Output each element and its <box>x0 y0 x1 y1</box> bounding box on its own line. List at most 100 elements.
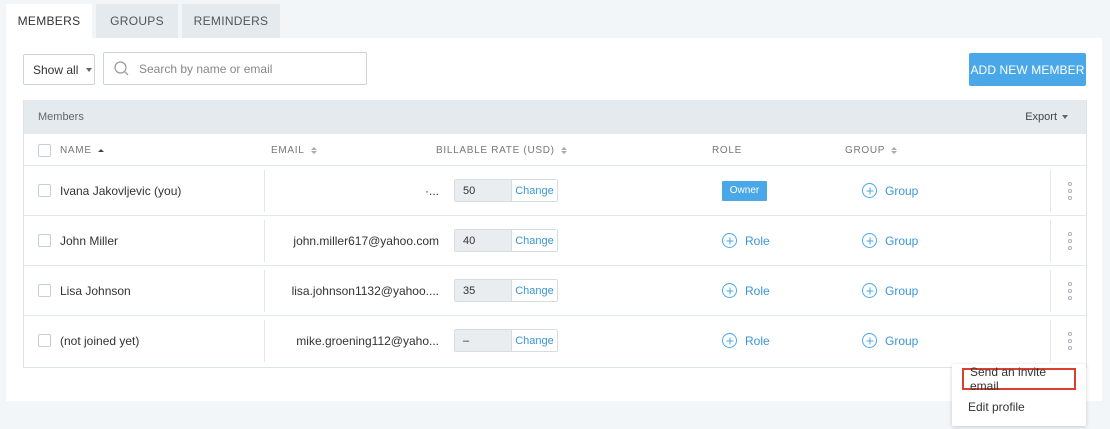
member-email: john.miller617@yahoo.com <box>293 234 439 248</box>
member-name: Lisa Johnson <box>60 283 131 298</box>
rate-field: 40 Change <box>454 229 558 252</box>
role-cell: Role <box>722 216 770 265</box>
change-rate-button[interactable]: Change <box>511 230 557 251</box>
more-options-button[interactable] <box>1050 170 1088 212</box>
column-group[interactable]: GROUP <box>845 134 898 166</box>
kebab-dot-icon <box>1067 196 1072 200</box>
kebab-dot-icon <box>1067 289 1072 293</box>
column-email[interactable]: EMAIL <box>271 134 317 166</box>
row-checkbox[interactable] <box>38 334 51 347</box>
add-role-button[interactable]: Role <box>722 233 770 248</box>
row-checkbox[interactable] <box>38 184 51 197</box>
group-cell: Group <box>862 266 918 315</box>
sort-icon <box>97 148 104 152</box>
export-label: Export <box>1025 111 1057 123</box>
column-rate-label: BILLABLE RATE (USD) <box>436 144 555 156</box>
role-cell: Role <box>722 316 770 365</box>
member-name: (not joined yet) <box>60 333 140 348</box>
rate-cell: 50 Change <box>454 166 558 215</box>
send-invite-email-menu-item[interactable]: Send an invite email <box>962 365 1076 393</box>
add-role-button[interactable]: Role <box>722 333 770 348</box>
export-dropdown[interactable]: Export <box>1025 111 1068 123</box>
select-all-checkbox[interactable] <box>38 143 51 157</box>
rate-value[interactable]: – <box>455 330 511 351</box>
plus-circle-icon <box>862 333 877 348</box>
kebab-dot-icon <box>1067 182 1072 186</box>
members-table: Members Export NAME EMAIL BILLABLE RATE … <box>23 100 1087 368</box>
kebab-dot-icon <box>1067 189 1072 193</box>
group-label: Group <box>885 333 919 348</box>
add-new-member-button[interactable]: ADD NEW MEMBER <box>969 53 1086 86</box>
kebab-dot-icon <box>1067 232 1072 236</box>
column-role-label: ROLE <box>712 144 743 156</box>
owner-badge: Owner <box>722 180 767 201</box>
search-box[interactable] <box>103 52 367 85</box>
more-options-button[interactable] <box>1050 320 1088 362</box>
add-group-button[interactable]: Group <box>862 233 918 248</box>
group-label: Group <box>885 183 919 198</box>
member-name-cell: John Miller <box>38 216 118 265</box>
sort-icon <box>310 146 317 154</box>
row-checkbox[interactable] <box>38 234 51 247</box>
group-cell: Group <box>862 216 918 265</box>
table-row: Ivana Jakovljevic (you) ·... 50 Change O… <box>24 166 1086 216</box>
change-rate-button[interactable]: Change <box>511 280 557 301</box>
kebab-dot-icon <box>1067 339 1072 343</box>
column-name-label: NAME <box>60 144 92 156</box>
row-checkbox[interactable] <box>38 284 51 297</box>
rate-field: – Change <box>454 329 558 352</box>
member-name: Ivana Jakovljevic (you) <box>60 183 182 198</box>
column-billable-rate[interactable]: BILLABLE RATE (USD) <box>436 134 567 166</box>
member-email-cell: ·... <box>264 170 442 212</box>
plus-circle-icon <box>722 233 737 248</box>
change-rate-button[interactable]: Change <box>511 180 557 201</box>
plus-circle-icon <box>862 283 877 298</box>
change-rate-button[interactable]: Change <box>511 330 557 351</box>
filter-value: Show all <box>33 62 79 77</box>
plus-circle-icon <box>722 333 737 348</box>
add-group-button[interactable]: Group <box>862 283 918 298</box>
chevron-down-icon <box>1062 115 1068 119</box>
add-group-button[interactable]: Group <box>862 183 918 198</box>
group-label: Group <box>885 283 919 298</box>
more-options-button[interactable] <box>1050 270 1088 312</box>
plus-circle-icon <box>862 183 877 198</box>
member-email-cell: mike.groening112@yaho... <box>264 320 442 362</box>
add-group-button[interactable]: Group <box>862 333 918 348</box>
member-name-cell: (not joined yet) <box>38 316 139 365</box>
search-input[interactable] <box>139 61 339 76</box>
tab-reminders[interactable]: REMINDERS <box>182 4 280 38</box>
column-headers: NAME EMAIL BILLABLE RATE (USD) ROLE GROU… <box>24 134 1086 166</box>
kebab-dot-icon <box>1067 346 1072 350</box>
table-row: (not joined yet) mike.groening112@yaho..… <box>24 316 1086 366</box>
filter-dropdown[interactable]: Show all <box>23 54 95 85</box>
column-group-label: GROUP <box>845 144 886 156</box>
rate-value[interactable]: 40 <box>455 230 511 251</box>
member-name-cell: Lisa Johnson <box>38 266 131 315</box>
sort-icon <box>560 146 567 154</box>
role-label: Role <box>745 233 770 248</box>
kebab-dot-icon <box>1067 239 1072 243</box>
role-label: Role <box>745 333 770 348</box>
edit-profile-menu-item[interactable]: Edit profile <box>952 394 1086 420</box>
table-row: Lisa Johnson lisa.johnson1132@yahoo.... … <box>24 266 1086 316</box>
chevron-down-icon <box>86 67 93 72</box>
rate-cell: 35 Change <box>454 266 558 315</box>
rate-cell: 40 Change <box>454 216 558 265</box>
add-role-button[interactable]: Role <box>722 283 770 298</box>
sort-icon <box>891 146 898 154</box>
group-cell: Group <box>862 316 918 365</box>
tab-bar: MEMBERS GROUPS REMINDERS <box>6 4 280 38</box>
member-email: ·... <box>425 184 439 198</box>
section-label: Members <box>38 111 84 123</box>
column-name[interactable]: NAME <box>38 134 104 166</box>
tab-groups[interactable]: GROUPS <box>96 4 178 38</box>
rate-value[interactable]: 50 <box>455 180 511 201</box>
more-options-button[interactable] <box>1050 220 1088 262</box>
table-row: John Miller john.miller617@yahoo.com 40 … <box>24 216 1086 266</box>
kebab-dot-icon <box>1067 296 1072 300</box>
tab-members[interactable]: MEMBERS <box>6 4 92 38</box>
group-label: Group <box>885 233 919 248</box>
group-cell: Group <box>862 166 918 215</box>
rate-value[interactable]: 35 <box>455 280 511 301</box>
